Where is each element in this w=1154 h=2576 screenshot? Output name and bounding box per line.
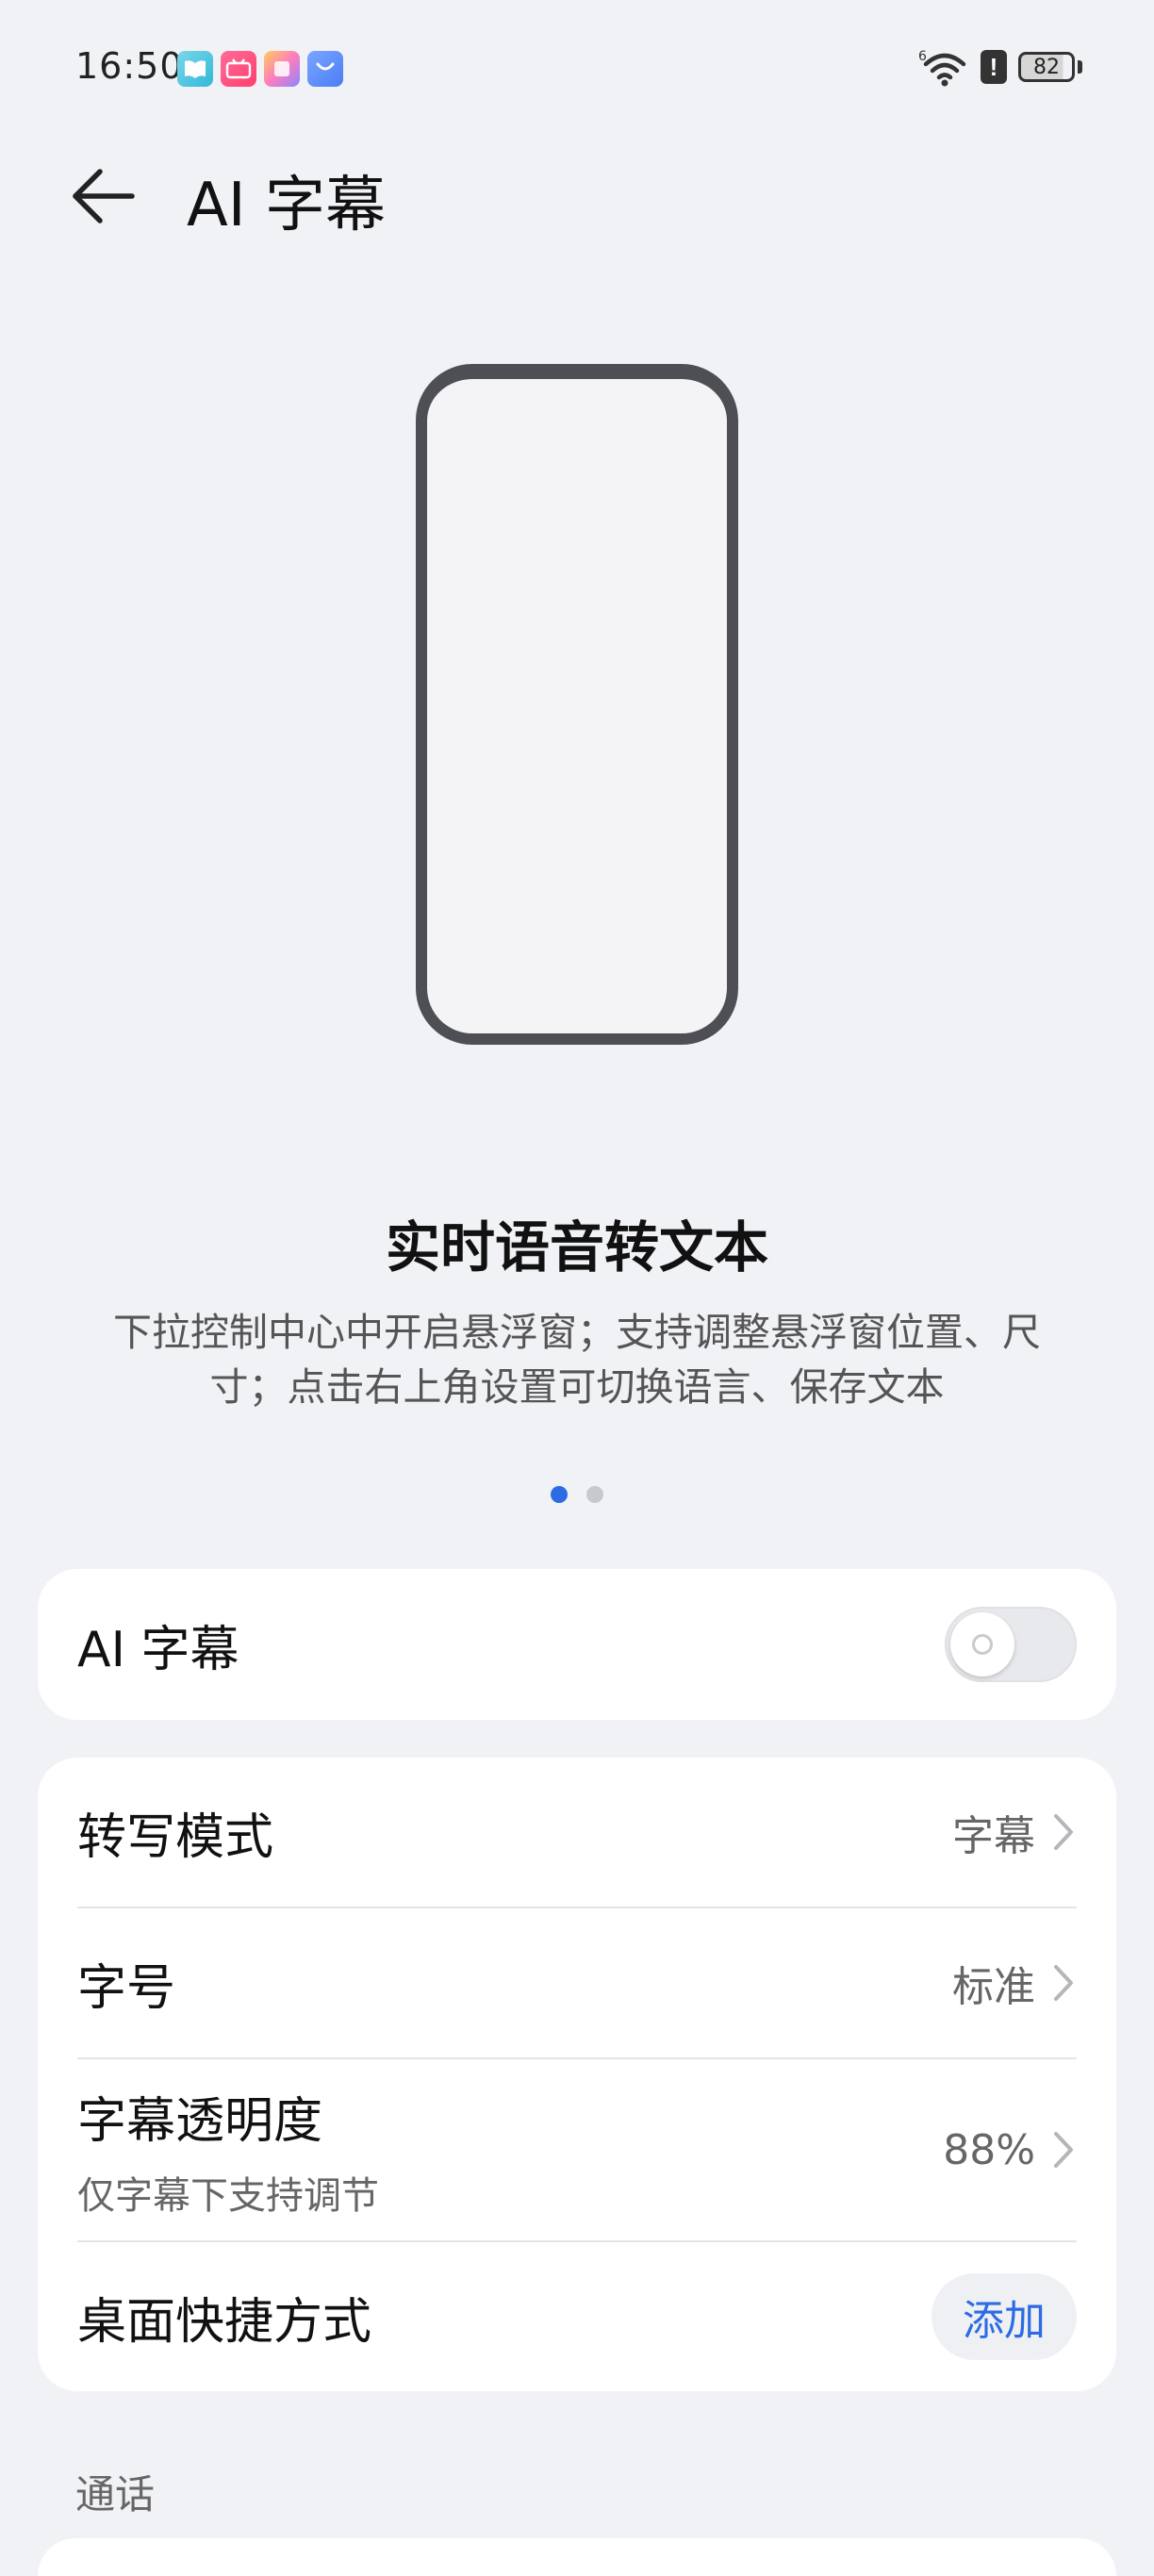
phone-illustration <box>416 364 738 1045</box>
status-time: 16:50 <box>75 45 184 87</box>
transparency-value-group: 88% <box>943 2126 1077 2174</box>
font-size-row[interactable]: 字号 标准 <box>77 1908 1077 2057</box>
switch-knob <box>950 1612 1014 1676</box>
transparency-value: 88% <box>943 2125 1035 2174</box>
transparency-text-group: 字幕透明度 仅字幕下支持调节 <box>77 2081 379 2220</box>
status-bar: 16:50 6 ! 82 <box>0 0 1154 141</box>
page-header: AI 字幕 <box>0 141 1154 245</box>
status-right: 6 ! 82 <box>918 47 1082 87</box>
transparency-sublabel: 仅字幕下支持调节 <box>77 2173 379 2218</box>
font-size-label: 字号 <box>77 1959 176 2017</box>
page-title: AI 字幕 <box>187 171 386 240</box>
desktop-shortcut-row: 桌面快捷方式 添加 <box>77 2242 1077 2391</box>
pager-dot-inactive[interactable] <box>586 1486 603 1503</box>
calls-section-header: 通话 <box>75 2471 156 2518</box>
notification-icons <box>177 51 343 87</box>
alert-icon: ! <box>981 50 1007 84</box>
transparency-row[interactable]: 字幕透明度 仅字幕下支持调节 88% <box>77 2059 1077 2240</box>
chevron-right-icon <box>1054 2132 1073 2168</box>
transcription-mode-label: 转写模式 <box>77 1808 274 1866</box>
chevron-right-icon <box>1054 1965 1073 2001</box>
switch-off-indicator <box>972 1634 993 1655</box>
transcription-mode-value: 字幕 <box>952 1812 1035 1860</box>
back-button[interactable] <box>68 158 162 234</box>
font-size-value: 标准 <box>952 1963 1035 2011</box>
carousel-pager[interactable] <box>0 1486 1154 1503</box>
app-store-icon <box>307 51 343 87</box>
feature-title: 实时语音转文本 <box>385 1215 768 1280</box>
desktop-shortcut-label: 桌面快捷方式 <box>77 2293 372 2351</box>
feature-description: 下拉控制中心中开启悬浮窗；支持调整悬浮窗位置、尺寸；点击右上角设置可切换语言、保… <box>113 1310 1041 1410</box>
battery-tip <box>1078 60 1082 74</box>
add-shortcut-button[interactable]: 添加 <box>931 2273 1077 2360</box>
transcription-mode-value-group: 字幕 <box>952 1802 1077 1862</box>
gallery-app-icon <box>264 51 300 87</box>
ai-subtitle-label: AI 字幕 <box>77 1621 239 1678</box>
subtitle-settings-card: 转写模式 字幕 字号 标准 字幕透明度 仅字幕下支持调节 88% 桌面快捷方式 … <box>38 1758 1116 2391</box>
ai-subtitle-switch[interactable] <box>945 1607 1077 1682</box>
ai-subtitle-toggle-row[interactable]: AI 字幕 <box>77 1569 1077 1720</box>
battery-icon: 82 <box>1018 52 1082 82</box>
bilibili-app-icon <box>221 51 256 87</box>
font-size-value-group: 标准 <box>952 1953 1077 2013</box>
chevron-right-icon <box>1054 1814 1073 1850</box>
ai-subtitle-toggle-card: AI 字幕 <box>38 1569 1116 1720</box>
calls-card-edge <box>38 2538 1116 2576</box>
book-app-icon <box>177 51 213 87</box>
arrow-left-icon <box>73 169 135 223</box>
transcription-mode-row[interactable]: 转写模式 字幕 <box>77 1758 1077 1907</box>
wifi-icon: 6 <box>918 49 966 87</box>
battery-level: 82 <box>1018 52 1075 82</box>
pager-dot-active[interactable] <box>551 1486 568 1503</box>
transparency-label: 字幕透明度 <box>77 2092 323 2150</box>
